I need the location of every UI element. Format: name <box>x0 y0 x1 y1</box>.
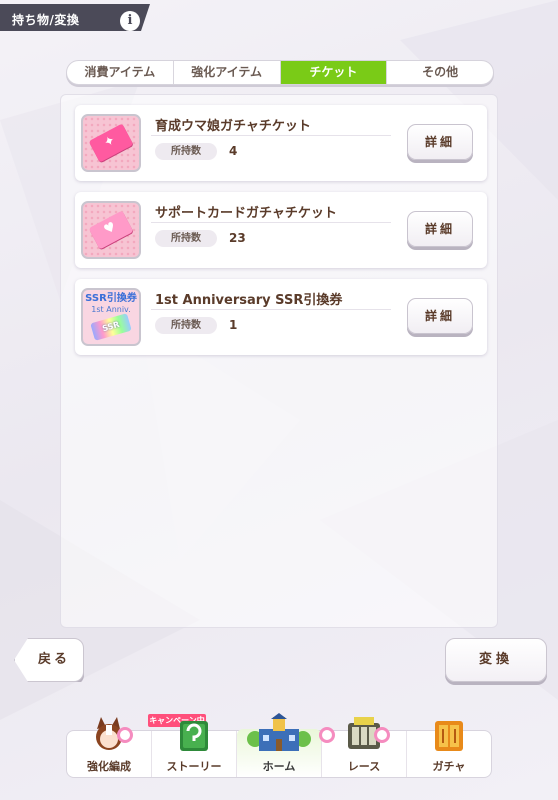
nav-item-race[interactable]: レース <box>322 717 407 777</box>
tab-other[interactable]: その他 <box>387 61 493 84</box>
nav-item-gacha[interactable]: ガチャ <box>407 721 491 777</box>
nav-item-home[interactable]: ホーム <box>237 713 335 777</box>
detail-button[interactable]: 詳細 <box>407 298 473 334</box>
gacha-door-icon <box>435 721 463 751</box>
qty-value: 23 <box>229 231 246 245</box>
convert-button[interactable]: 変換 <box>445 638 547 682</box>
qty-label: 所持数 <box>155 143 217 160</box>
ssr-voucher-icon: SSR引換券 1st Anniv. SSR <box>81 288 141 346</box>
home-building-icon <box>247 713 311 751</box>
nav-item-enhance[interactable]: 強化編成 <box>67 717 152 777</box>
ticket-pink-icon: ✦ <box>81 114 141 172</box>
header-bar: 持ち物/変換 i <box>0 4 150 31</box>
notification-badge <box>374 727 390 743</box>
item-name: 1st Anniversary SSR引換券 <box>155 293 343 308</box>
nav-item-story[interactable]: ストーリー <box>152 721 237 777</box>
item-name: 育成ウマ娘ガチャチケット <box>155 119 311 134</box>
qty-label: 所持数 <box>155 317 217 334</box>
qty-value: 1 <box>229 318 238 332</box>
back-button[interactable]: 戻る <box>14 638 84 682</box>
page-title: 持ち物/変換 <box>12 13 80 27</box>
item-list-panel: ✦ 育成ウマ娘ガチャチケット 所持数 4 詳細 ♥ サポートカードガチャチケット… <box>60 94 498 628</box>
bottom-nav: 強化編成 ストーリー ホーム レース ガチャ <box>66 713 492 778</box>
tab-consumables[interactable]: 消費アイテム <box>67 61 174 84</box>
ticket-support-icon: ♥ <box>81 201 141 259</box>
tab-enhancement[interactable]: 強化アイテム <box>174 61 281 84</box>
qty-value: 4 <box>229 144 238 158</box>
category-tabs: 消費アイテム 強化アイテム チケット その他 <box>66 60 494 85</box>
item-name: サポートカードガチャチケット <box>155 206 337 221</box>
detail-button[interactable]: 詳細 <box>407 124 473 160</box>
qty-label: 所持数 <box>155 230 217 247</box>
list-item: ♥ サポートカードガチャチケット 所持数 23 詳細 <box>75 192 487 268</box>
story-book-icon <box>180 721 208 751</box>
list-item: SSR引換券 1st Anniv. SSR 1st Anniversary SS… <box>75 279 487 355</box>
notification-badge <box>117 727 133 743</box>
list-item: ✦ 育成ウマ娘ガチャチケット 所持数 4 詳細 <box>75 105 487 181</box>
detail-button[interactable]: 詳細 <box>407 211 473 247</box>
tab-tickets[interactable]: チケット <box>280 61 388 84</box>
info-icon[interactable]: i <box>120 11 140 31</box>
